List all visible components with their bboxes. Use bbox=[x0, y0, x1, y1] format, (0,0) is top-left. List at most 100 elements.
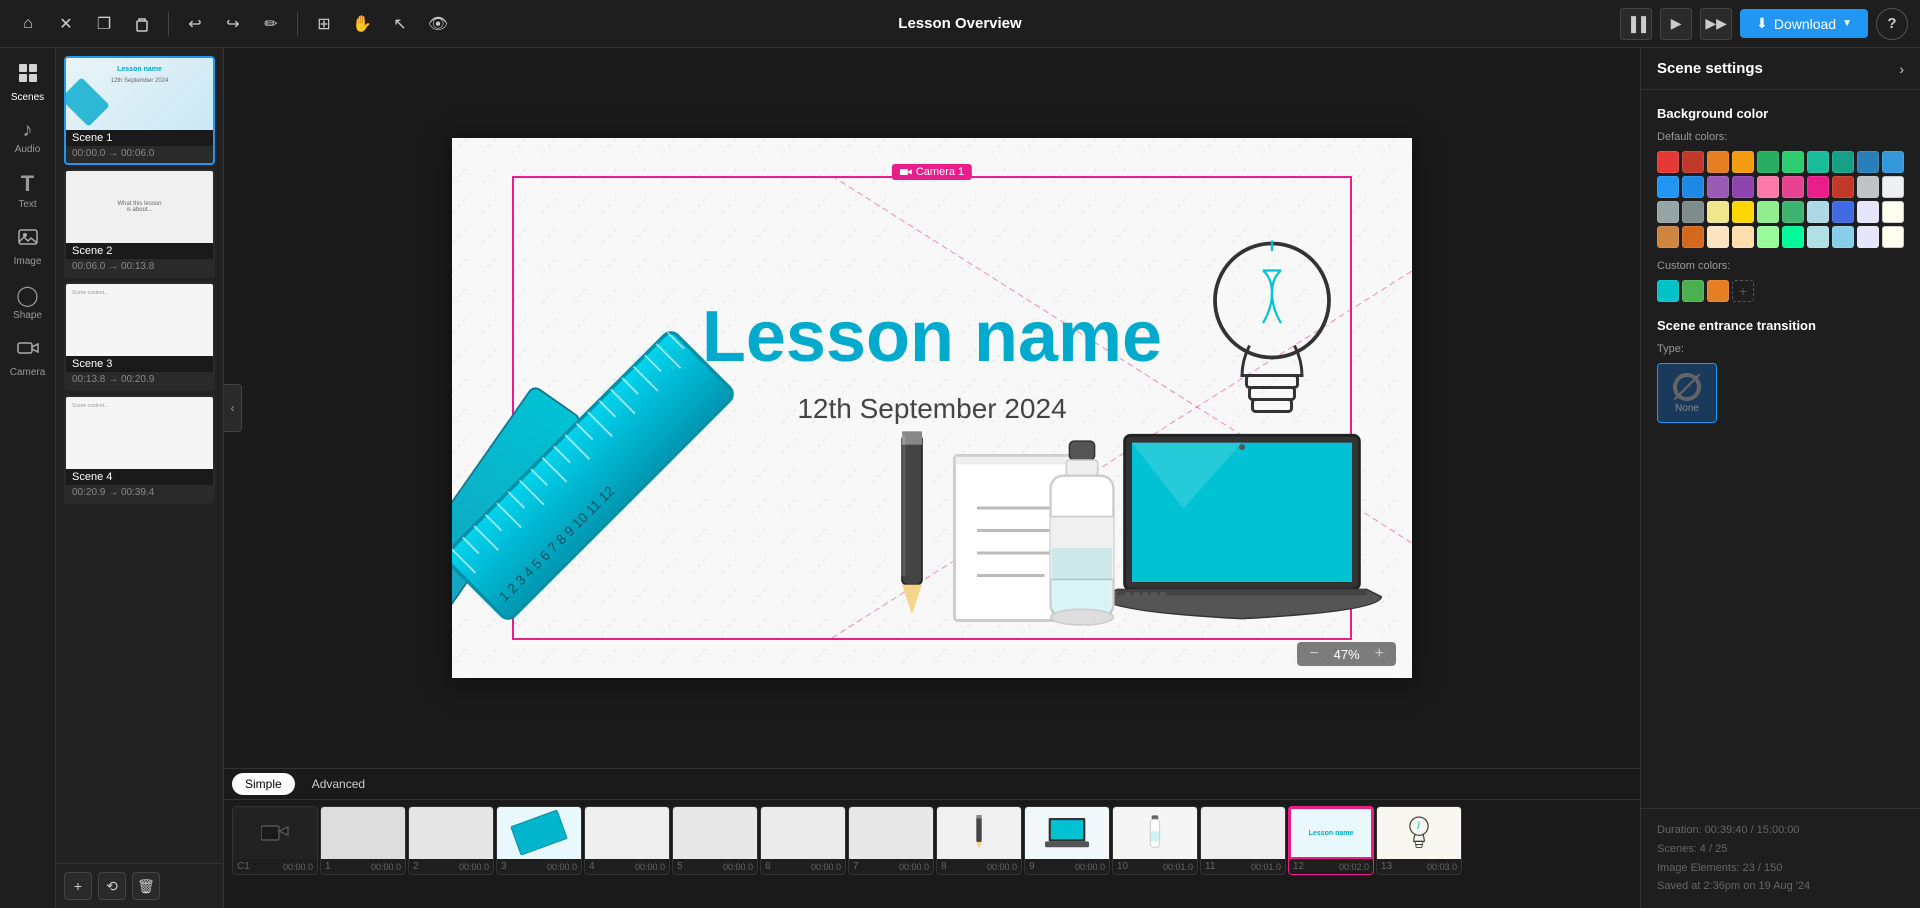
color-swatch-blue4[interactable] bbox=[1682, 176, 1704, 198]
timeline-item-5[interactable]: 5 00:00.0 bbox=[672, 806, 758, 875]
pen-icon[interactable]: ✏ bbox=[255, 8, 287, 40]
scene-item-1[interactable]: Lesson name 12th September 2024 Scene 1 … bbox=[64, 56, 215, 165]
timeline-item-7[interactable]: 7 00:00.0 bbox=[848, 806, 934, 875]
color-swatch-lightblue1[interactable] bbox=[1807, 201, 1829, 223]
color-swatch-white1[interactable] bbox=[1882, 176, 1904, 198]
color-swatch-purple1[interactable] bbox=[1707, 176, 1729, 198]
sidebar-item-image[interactable]: Image bbox=[6, 220, 50, 273]
download-chevron: ▼ bbox=[1842, 18, 1852, 29]
color-swatch-gray2[interactable] bbox=[1682, 201, 1704, 223]
timeline-item-4[interactable]: 4 00:00.0 bbox=[584, 806, 670, 875]
timeline-item-2[interactable]: 2 00:00.0 bbox=[408, 806, 494, 875]
timeline-item-13[interactable]: 13 00:03.0 bbox=[1376, 806, 1462, 875]
color-swatch-green1[interactable] bbox=[1757, 151, 1779, 173]
timeline-item-10[interactable]: 10 00:01.0 bbox=[1112, 806, 1198, 875]
sidebar-item-camera[interactable]: Camera bbox=[6, 331, 50, 384]
color-swatch-pink2[interactable] bbox=[1782, 176, 1804, 198]
custom-color-3[interactable] bbox=[1707, 280, 1729, 302]
undo-icon[interactable]: ↩ bbox=[179, 8, 211, 40]
grid-icon[interactable]: ⊞ bbox=[308, 8, 340, 40]
color-swatch-ivory[interactable] bbox=[1882, 201, 1904, 223]
color-swatch-purple2[interactable] bbox=[1732, 176, 1754, 198]
delete-scene-button[interactable]: 🗑 bbox=[132, 872, 160, 900]
color-swatch-lemonchiffon[interactable] bbox=[1882, 226, 1904, 248]
color-swatch-red3[interactable] bbox=[1832, 176, 1854, 198]
color-swatch-bisque[interactable] bbox=[1707, 226, 1729, 248]
color-swatch-medgreen[interactable] bbox=[1782, 201, 1804, 223]
add-custom-color-button[interactable]: + bbox=[1732, 280, 1754, 302]
color-swatch-blue2[interactable] bbox=[1882, 151, 1904, 173]
zoom-in-button[interactable]: + bbox=[1371, 646, 1388, 662]
color-swatch-wheat[interactable] bbox=[1732, 226, 1754, 248]
timeline-footer-5: 5 00:00.0 bbox=[673, 859, 757, 874]
color-swatch-pink1[interactable] bbox=[1757, 176, 1779, 198]
hand-icon[interactable]: ✋ bbox=[346, 8, 378, 40]
tab-advanced[interactable]: Advanced bbox=[299, 773, 378, 795]
duplicate-scene-button[interactable]: ⟲ bbox=[98, 872, 126, 900]
color-swatch-red2[interactable] bbox=[1682, 151, 1704, 173]
color-swatch-powderblue[interactable] bbox=[1807, 226, 1829, 248]
play-next-button[interactable]: ▶▶ bbox=[1700, 8, 1732, 40]
color-swatch-skyblue[interactable] bbox=[1832, 226, 1854, 248]
color-swatch-orange2[interactable] bbox=[1732, 151, 1754, 173]
paste-icon[interactable] bbox=[126, 8, 158, 40]
scene-thumbnail-1: Lesson name 12th September 2024 bbox=[66, 58, 213, 130]
scene-item-4[interactable]: Scene content... Scene 4 00:20.9 → 00:39… bbox=[64, 395, 215, 504]
timeline-item-camera[interactable]: C1 00:00.0 bbox=[232, 806, 318, 875]
timeline-item-6[interactable]: 6 00:00.0 bbox=[760, 806, 846, 875]
color-swatch-gray1[interactable] bbox=[1657, 201, 1679, 223]
scene-item-3[interactable]: Scene content... Scene 3 00:13.8 → 00:20… bbox=[64, 282, 215, 391]
sidebar-item-shape[interactable]: ◯ Shape bbox=[6, 277, 50, 327]
timeline-item-9[interactable]: 9 00:00.0 bbox=[1024, 806, 1110, 875]
color-swatch-blue1[interactable] bbox=[1857, 151, 1879, 173]
tab-simple[interactable]: Simple bbox=[232, 773, 295, 795]
close-icon[interactable]: ✕ bbox=[50, 8, 82, 40]
timeline-item-12[interactable]: Lesson name 12 00:02.0 bbox=[1288, 806, 1374, 875]
color-swatch-chocolate[interactable] bbox=[1682, 226, 1704, 248]
timeline-item-11[interactable]: 11 00:01.0 bbox=[1200, 806, 1286, 875]
timeline-item-3[interactable]: 3 00:00.0 bbox=[496, 806, 582, 875]
color-swatch-lightgreen1[interactable] bbox=[1757, 201, 1779, 223]
timeline-camera-footer: C1 00:00.0 bbox=[233, 859, 317, 874]
download-button[interactable]: ⬇ Download ▼ bbox=[1740, 9, 1868, 38]
color-swatch-lavblush[interactable] bbox=[1857, 226, 1879, 248]
custom-color-1[interactable] bbox=[1657, 280, 1679, 302]
color-swatch-green2[interactable] bbox=[1782, 151, 1804, 173]
color-swatch-lavender[interactable] bbox=[1857, 201, 1879, 223]
color-swatch-palegreen[interactable] bbox=[1757, 226, 1779, 248]
color-swatch-yellow2[interactable] bbox=[1732, 201, 1754, 223]
color-swatch-silver1[interactable] bbox=[1857, 176, 1879, 198]
color-swatch-red1[interactable] bbox=[1657, 151, 1679, 173]
color-swatch-orange1[interactable] bbox=[1707, 151, 1729, 173]
canvas-frame[interactable]: Camera 1 │││││││││││││││││││││││││││││││… bbox=[452, 138, 1412, 678]
sidebar-item-scenes[interactable]: Scenes bbox=[6, 56, 50, 109]
timeline-thumb-4 bbox=[585, 807, 669, 859]
collapse-right-panel-button[interactable]: › bbox=[1899, 61, 1904, 77]
color-swatch-blue3[interactable] bbox=[1657, 176, 1679, 198]
hide-icon[interactable]: 👁 bbox=[422, 8, 454, 40]
copy-icon[interactable]: ❐ bbox=[88, 8, 120, 40]
cursor-icon[interactable]: ↖ bbox=[384, 8, 416, 40]
color-swatch-teal2[interactable] bbox=[1832, 151, 1854, 173]
color-swatch-pink3[interactable] bbox=[1807, 176, 1829, 198]
help-button[interactable]: ? bbox=[1876, 8, 1908, 40]
custom-color-2[interactable] bbox=[1682, 280, 1704, 302]
sidebar-item-audio[interactable]: ♪ Audio bbox=[6, 113, 50, 161]
sidebar-item-text[interactable]: T Text bbox=[6, 165, 50, 216]
zoom-out-button[interactable]: − bbox=[1305, 646, 1322, 662]
play-button[interactable]: ▶ bbox=[1660, 8, 1692, 40]
color-swatch-royalblue[interactable] bbox=[1832, 201, 1854, 223]
color-swatch-medspringgreen[interactable] bbox=[1782, 226, 1804, 248]
color-swatch-teal1[interactable] bbox=[1807, 151, 1829, 173]
scene-item-2[interactable]: What this lessonis about... Scene 2 00:0… bbox=[64, 169, 215, 278]
transition-none-option[interactable]: None bbox=[1657, 363, 1717, 423]
home-icon[interactable]: ⌂ bbox=[12, 8, 44, 40]
redo-icon[interactable]: ↪ bbox=[217, 8, 249, 40]
color-swatch-yellow1[interactable] bbox=[1707, 201, 1729, 223]
color-swatch-peru[interactable] bbox=[1657, 226, 1679, 248]
pause-button[interactable]: ▐▐ bbox=[1620, 8, 1652, 40]
collapse-sidebar-button[interactable]: ‹ bbox=[224, 384, 242, 432]
timeline-item-8[interactable]: 8 00:00.0 bbox=[936, 806, 1022, 875]
add-scene-button[interactable]: + bbox=[64, 872, 92, 900]
timeline-item-1[interactable]: 1 00:00.0 bbox=[320, 806, 406, 875]
